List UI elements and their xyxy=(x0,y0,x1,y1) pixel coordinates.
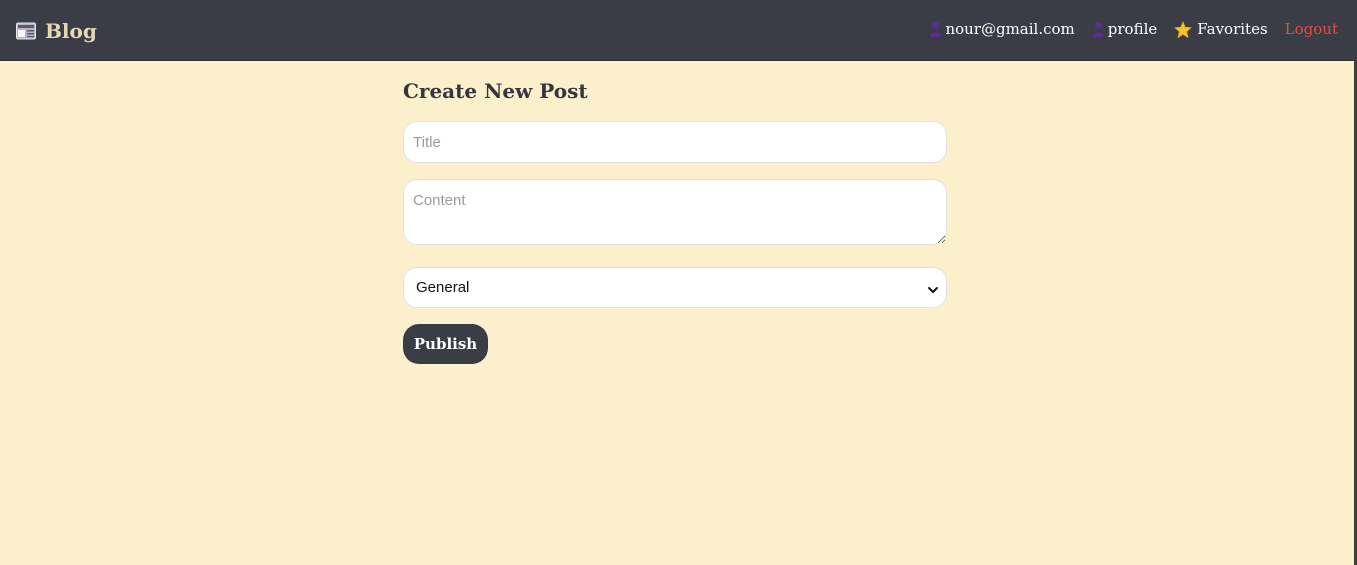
category-selected-value: General xyxy=(416,279,470,296)
nav-user-email[interactable]: nour@gmail.com xyxy=(929,20,1075,38)
user-icon xyxy=(1092,21,1105,37)
logout-link[interactable]: Logout xyxy=(1285,20,1338,38)
nav-profile[interactable]: profile xyxy=(1092,20,1157,38)
page-title: Create New Post xyxy=(403,79,588,103)
nav-profile-label: profile xyxy=(1107,20,1158,38)
category-select[interactable]: General xyxy=(403,267,947,308)
chevron-down-icon xyxy=(927,281,939,293)
brand-label: Blog xyxy=(45,19,97,43)
title-input[interactable] xyxy=(403,121,947,163)
nav-links: nour@gmail.com profile Favorites Logout xyxy=(929,17,1338,41)
user-icon xyxy=(929,21,942,37)
nav-favorites[interactable]: Favorites xyxy=(1174,20,1268,38)
brand-link[interactable]: Blog xyxy=(16,17,97,45)
nav-user-email-label: nour@gmail.com xyxy=(945,20,1075,38)
top-navbar: Blog nour@gmail.com profile Favorites Lo… xyxy=(0,0,1354,61)
publish-button[interactable]: Publish xyxy=(403,324,488,364)
star-icon xyxy=(1174,20,1192,38)
content-textarea[interactable] xyxy=(403,179,947,245)
newspaper-icon xyxy=(16,22,36,40)
create-post-form: Create New Post General Publish xyxy=(403,78,947,364)
nav-favorites-label: Favorites xyxy=(1197,20,1268,38)
